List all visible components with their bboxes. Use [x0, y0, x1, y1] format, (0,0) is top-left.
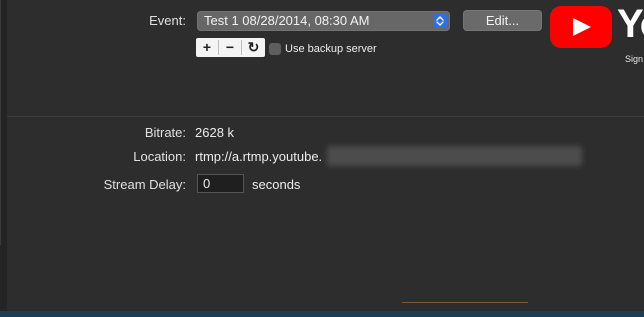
backup-server-label: Use backup server [285, 43, 377, 55]
edit-button[interactable]: Edit... [463, 10, 542, 31]
sign-in-link[interactable]: Sign [625, 54, 643, 64]
bitrate-label: Bitrate: [144, 125, 186, 140]
bottom-bar [0, 311, 644, 317]
stream-delay-input[interactable]: 0 [197, 174, 244, 193]
stream-delay-label: Stream Delay: [103, 177, 186, 192]
bottom-accent-line [402, 302, 528, 303]
stream-delay-unit: seconds [252, 177, 301, 192]
add-button[interactable]: + [196, 38, 218, 57]
redacted-stream-key [327, 146, 582, 166]
youtube-logo [550, 6, 612, 48]
event-segmented-control: + − ↻ [196, 38, 265, 57]
minus-icon: − [225, 39, 235, 55]
location-label: Location: [133, 149, 186, 164]
location-value: rtmp://a.rtmp.youtube. [195, 149, 323, 164]
refresh-button[interactable]: ↻ [242, 38, 265, 57]
left-sidebar-edge [0, 0, 7, 317]
bitrate-value: 2628 k [195, 125, 235, 140]
plus-icon: + [202, 39, 212, 55]
youtube-wordmark: Yo [617, 2, 644, 46]
backup-server-checkbox[interactable] [269, 43, 281, 55]
section-divider [7, 116, 644, 117]
play-icon [573, 18, 591, 36]
chevron-updown-icon [433, 14, 447, 28]
refresh-icon: ↻ [247, 39, 260, 55]
event-label: Event: [149, 13, 186, 28]
event-select-value: Test 1 08/28/2014, 08:30 AM [204, 13, 370, 28]
event-select[interactable]: Test 1 08/28/2014, 08:30 AM [197, 11, 450, 31]
remove-button[interactable]: − [219, 38, 241, 57]
